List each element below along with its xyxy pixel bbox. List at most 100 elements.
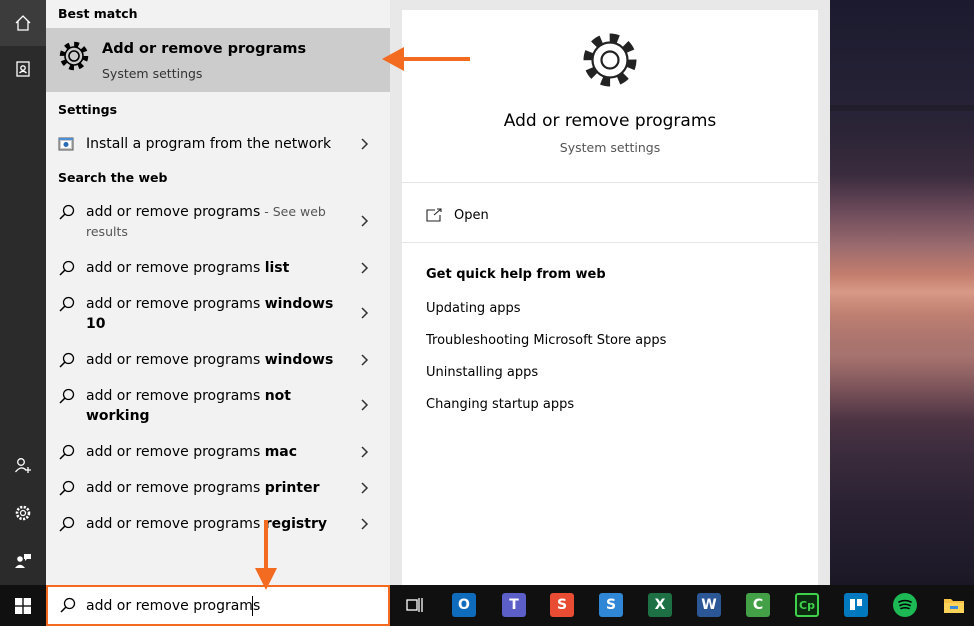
- web-result[interactable]: add or remove programs - See web results: [46, 200, 390, 248]
- gear-icon: [15, 505, 31, 521]
- search-icon: [59, 388, 75, 404]
- search-results-pane: Best match Add or remove programs System…: [46, 0, 390, 585]
- feedback-button[interactable]: [0, 538, 46, 584]
- trello-icon[interactable]: [844, 593, 868, 617]
- web-result-bold: windows: [264, 352, 334, 368]
- best-match-header: Best match: [58, 6, 138, 21]
- web-result[interactable]: add or remove programs windows 10: [46, 292, 390, 340]
- annotation-arrow-left: [382, 47, 470, 71]
- chevron-right-icon[interactable]: [358, 481, 370, 495]
- web-result[interactable]: add or remove programs list: [46, 256, 390, 284]
- open-action[interactable]: Open: [426, 206, 806, 230]
- control-panel-icon: [58, 137, 74, 151]
- chevron-right-icon[interactable]: [358, 398, 370, 412]
- web-result-suffix-line2: results: [86, 224, 128, 239]
- search-icon: [59, 296, 75, 312]
- task-view-icon[interactable]: [402, 593, 426, 617]
- chevron-right-icon[interactable]: [358, 306, 370, 320]
- web-result-bold: not: [264, 388, 291, 404]
- quick-help-link[interactable]: Changing startup apps: [426, 397, 574, 412]
- outlook-icon[interactable]: O: [452, 593, 476, 617]
- notebook-icon: [16, 61, 30, 77]
- web-result-bold: printer: [264, 480, 320, 496]
- add-user-icon: [14, 458, 31, 473]
- web-result[interactable]: add or remove programs windows: [46, 348, 390, 376]
- web-result-text: add or remove programs: [86, 296, 265, 312]
- web-result-bold: mac: [264, 444, 298, 460]
- quick-help-link[interactable]: Uninstalling apps: [426, 365, 538, 380]
- preview-title: Add or remove programs: [503, 111, 717, 131]
- web-result-suffix: - See web: [260, 204, 326, 219]
- camtasia-icon[interactable]: C: [746, 593, 770, 617]
- result-preview-pane: Add or remove programs System settings O…: [402, 10, 818, 585]
- search-icon: [59, 444, 75, 460]
- chevron-right-icon[interactable]: [358, 137, 370, 151]
- web-result-text: add or remove programs: [86, 352, 265, 368]
- web-result[interactable]: add or remove programs registry: [46, 512, 390, 540]
- start-left-rail: [0, 0, 46, 585]
- best-match-title: Add or remove programs: [102, 41, 307, 57]
- desktop-wallpaper: [830, 0, 974, 585]
- teams-icon[interactable]: T: [502, 593, 526, 617]
- open-external-icon: [426, 208, 442, 222]
- gear-icon: [59, 41, 89, 71]
- web-result-bold: list: [264, 260, 290, 276]
- search-icon: [59, 204, 75, 220]
- start-button[interactable]: [0, 585, 46, 626]
- home-icon: [15, 15, 31, 31]
- web-result-text: add or remove programs: [86, 444, 265, 460]
- search-icon: [59, 260, 75, 276]
- web-result[interactable]: add or remove programs not working: [46, 384, 390, 432]
- camtasia-cp-icon[interactable]: Cp: [795, 593, 819, 617]
- text-caret: [252, 596, 253, 616]
- divider: [402, 182, 818, 183]
- search-icon: [60, 597, 76, 613]
- quick-help-link[interactable]: Troubleshooting Microsoft Store apps: [426, 333, 666, 348]
- web-result-text: add or remove programs: [86, 388, 265, 404]
- best-match-subtitle: System settings: [102, 66, 203, 81]
- web-result-text: add or remove programs: [86, 204, 261, 220]
- annotation-arrow-down: [255, 520, 277, 590]
- web-result-bold-line2: 10: [86, 316, 106, 332]
- search-icon: [59, 516, 75, 532]
- word-icon[interactable]: W: [697, 593, 721, 617]
- spotify-icon[interactable]: [893, 593, 917, 617]
- chevron-right-icon[interactable]: [358, 517, 370, 531]
- web-result-bold-line2: working: [86, 408, 150, 424]
- web-result-text: add or remove programs: [86, 480, 265, 496]
- home-button[interactable]: [0, 0, 46, 46]
- web-result[interactable]: add or remove programs printer: [46, 476, 390, 504]
- chevron-right-icon[interactable]: [358, 214, 370, 228]
- settings-header: Settings: [58, 102, 118, 117]
- snagit-editor-icon[interactable]: S: [599, 593, 623, 617]
- chevron-right-icon[interactable]: [358, 261, 370, 275]
- search-icon: [59, 480, 75, 496]
- search-box[interactable]: add or remove programs: [46, 585, 390, 626]
- chevron-right-icon[interactable]: [358, 445, 370, 459]
- divider: [402, 242, 818, 243]
- search-input[interactable]: add or remove programs: [86, 598, 260, 614]
- excel-icon[interactable]: X: [648, 593, 672, 617]
- best-match-result[interactable]: Add or remove programs System settings: [46, 28, 390, 92]
- settings-result-install-from-network[interactable]: Install a program from the network: [46, 130, 390, 158]
- quick-help-link[interactable]: Updating apps: [426, 301, 521, 316]
- search-icon: [59, 352, 75, 368]
- account-button[interactable]: [0, 442, 46, 488]
- chevron-right-icon[interactable]: [358, 353, 370, 367]
- windows-logo-icon: [15, 597, 31, 614]
- gear-icon: [583, 33, 637, 87]
- feedback-person-icon: [15, 554, 31, 568]
- preview-subtitle: System settings: [559, 140, 661, 155]
- settings-button[interactable]: [0, 490, 46, 536]
- web-result-text: add or remove programs: [86, 516, 265, 532]
- settings-result-label: Install a program from the network: [86, 136, 332, 152]
- quick-help-header: Get quick help from web: [426, 267, 606, 282]
- search-web-header: Search the web: [58, 170, 168, 185]
- open-label: Open: [454, 208, 489, 223]
- web-result-text: add or remove programs: [86, 260, 265, 276]
- snagit-icon[interactable]: S: [550, 593, 574, 617]
- web-result[interactable]: add or remove programs mac: [46, 440, 390, 468]
- file-explorer-icon[interactable]: [942, 593, 966, 617]
- web-result-bold: windows: [264, 296, 334, 312]
- documents-button[interactable]: [0, 46, 46, 92]
